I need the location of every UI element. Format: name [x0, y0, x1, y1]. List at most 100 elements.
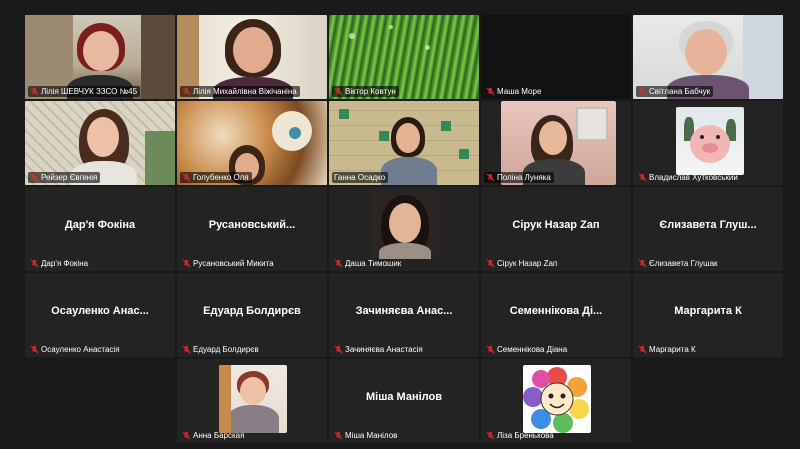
name-tag: Ганна Осадко: [332, 172, 389, 183]
participant-name: Рейзер Євгенія: [41, 173, 98, 182]
participant-tile[interactable]: Єлизавета Глуш... Єлизавета Глушак: [633, 187, 783, 271]
name-tag: Віктор Ковтун: [332, 86, 399, 97]
mic-muted-icon: [30, 87, 39, 96]
participant-tile[interactable]: Лілія Михайлівна Віжічаніна: [177, 15, 327, 99]
participant-tile[interactable]: Сірук Назар Zап Сірук Назар Zап: [481, 187, 631, 271]
participant-name: Голубенко Оля: [193, 173, 249, 182]
participant-name: Осауленко Анастасія: [41, 345, 120, 354]
mic-muted-icon: [334, 87, 343, 96]
participant-tile[interactable]: Маргарита К Маргарита К: [633, 273, 783, 357]
participant-display-name: Осауленко Анас...: [51, 305, 149, 317]
name-tag: Маша Море: [484, 86, 544, 97]
participant-tile[interactable]: Владислав Хутковський: [633, 101, 783, 185]
mic-muted-icon: [182, 259, 191, 268]
participant-tile[interactable]: Рейзер Євгенія: [25, 101, 175, 185]
mic-muted-icon: [334, 431, 343, 440]
mic-muted-icon: [486, 87, 495, 96]
mic-muted-icon: [30, 173, 39, 182]
name-tag: Русановський Микита: [180, 258, 277, 269]
participant-tile[interactable]: Ганна Осадко: [329, 101, 479, 185]
participant-display-name: Міша Манілов: [365, 391, 442, 403]
participant-name: Зачиняєва Анастасія: [345, 345, 423, 354]
name-tag: Лілія Михайлівна Віжічаніна: [180, 86, 300, 97]
mic-muted-icon: [638, 173, 647, 182]
name-tag: Міша Манілов: [332, 430, 400, 441]
mic-muted-icon: [486, 345, 495, 354]
name-tag: Едуард Болдирєв: [180, 344, 262, 355]
participant-tile[interactable]: Едуард Болдирєв Едуард Болдирєв: [177, 273, 327, 357]
participant-name: Ліза Бренькова: [497, 431, 554, 440]
name-tag: Лілія ШЕВЧУК ЗЗСО №45: [28, 86, 141, 97]
name-tag: Сірук Назар Zап: [484, 258, 560, 269]
name-tag: Єлизавета Глушак: [636, 258, 721, 269]
participant-name: Віктор Ковтун: [345, 87, 396, 96]
participant-name: Поліна Луняка: [497, 173, 551, 182]
participant-name: Едуард Болдирєв: [193, 345, 259, 354]
participant-name: Сірук Назар Zап: [497, 259, 558, 268]
name-tag: Владислав Хутковський: [636, 172, 741, 183]
participant-display-name: Зачиняєва Анас...: [355, 305, 453, 317]
participant-tile[interactable]: Маша Море: [481, 15, 631, 99]
participant-name: Даша Тимошик: [345, 259, 402, 268]
name-tag: Голубенко Оля: [180, 172, 252, 183]
profile-picture: [523, 365, 591, 433]
participant-name: Дар'я Фокіна: [41, 259, 89, 268]
participant-video: [219, 365, 287, 433]
participant-tile[interactable]: Світлана Бабчук: [633, 15, 783, 99]
participant-display-name: Семеннікова Ді...: [509, 305, 603, 317]
participant-tile[interactable]: Міша Манілов Міша Манілов: [329, 359, 479, 443]
mic-muted-icon: [30, 345, 39, 354]
participant-tile[interactable]: Віктор Ковтун: [329, 15, 479, 99]
participant-tile[interactable]: Осауленко Анас... Осауленко Анастасія: [25, 273, 175, 357]
name-tag: Зачиняєва Анастасія: [332, 344, 426, 355]
participant-name: Маша Море: [497, 87, 542, 96]
participant-tile[interactable]: Русановський... Русановський Микита: [177, 187, 327, 271]
mic-muted-icon: [486, 173, 495, 182]
participant-tile[interactable]: Лілія ШЕВЧУК ЗЗСО №45: [25, 15, 175, 99]
mic-muted-icon: [182, 173, 191, 182]
participant-display-name: Маргарита К: [674, 305, 742, 317]
name-tag: Семеннікова Діана: [484, 344, 570, 355]
mic-muted-icon: [334, 345, 343, 354]
participant-display-name: Русановський...: [208, 219, 296, 231]
participant-name: Світлана Бабчук: [649, 87, 711, 96]
name-tag: Рейзер Євгенія: [28, 172, 101, 183]
participant-name: Ганна Осадко: [334, 173, 386, 182]
participant-video: [371, 191, 439, 259]
participant-tile[interactable]: Голубенко Оля: [177, 101, 327, 185]
mic-muted-icon: [486, 259, 495, 268]
participant-display-name: Сірук Назар Zап: [512, 219, 600, 231]
mic-muted-icon: [182, 87, 191, 96]
participant-tile[interactable]: Дар'я Фокіна Дар'я Фокіна: [25, 187, 175, 271]
name-tag: Ліза Бренькова: [484, 430, 557, 441]
name-tag: Поліна Луняка: [484, 172, 554, 183]
name-tag: Світлана Бабчук: [636, 86, 714, 97]
participant-tile[interactable]: Ліза Бренькова: [481, 359, 631, 443]
participant-name: Лілія ШЕВЧУК ЗЗСО №45: [41, 87, 138, 96]
participant-name: Русановський Микита: [193, 259, 274, 268]
participant-name: Маргарита К: [649, 345, 696, 354]
participant-display-name: Єлизавета Глуш...: [659, 219, 757, 231]
name-tag: Маргарита К: [636, 344, 699, 355]
participant-name: Семеннікова Діана: [497, 345, 568, 354]
participant-name: Лілія Михайлівна Віжічаніна: [193, 87, 297, 96]
participant-tile[interactable]: Семеннікова Ді... Семеннікова Діана: [481, 273, 631, 357]
name-tag: Даша Тимошик: [332, 258, 404, 269]
profile-picture: [676, 107, 744, 175]
name-tag: Осауленко Анастасія: [28, 344, 123, 355]
name-tag: Дар'я Фокіна: [28, 258, 91, 269]
participant-name: Владислав Хутковський: [649, 173, 738, 182]
mic-muted-icon: [486, 431, 495, 440]
participant-name: Єлизавета Глушак: [649, 259, 718, 268]
participant-tile[interactable]: Поліна Луняка: [481, 101, 631, 185]
participant-display-name: Дар'я Фокіна: [64, 219, 136, 231]
participant-tile[interactable]: Даша Тимошик: [329, 187, 479, 271]
mic-muted-icon: [30, 259, 39, 268]
participant-tile[interactable]: Зачиняєва Анас... Зачиняєва Анастасія: [329, 273, 479, 357]
mic-muted-icon: [334, 259, 343, 268]
mic-muted-icon: [182, 345, 191, 354]
participant-tile[interactable]: Анна Барская: [177, 359, 327, 443]
name-tag: Анна Барская: [180, 430, 247, 441]
participant-name: Міша Манілов: [345, 431, 398, 440]
mic-muted-icon: [182, 431, 191, 440]
